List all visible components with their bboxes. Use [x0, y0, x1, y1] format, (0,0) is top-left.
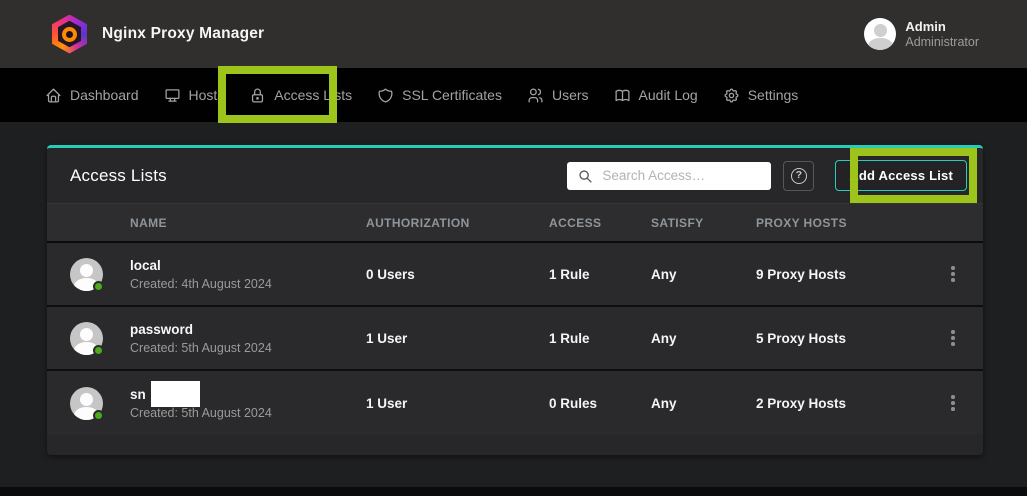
- gear-icon: [723, 87, 740, 104]
- top-header: Nginx Proxy Manager Admin Administrator: [0, 0, 1027, 68]
- authorization-value: 0 Users: [366, 267, 549, 282]
- nav-label: Settings: [748, 87, 799, 103]
- nav-label: SSL Certificates: [402, 87, 502, 103]
- access-value: 1 Rule: [549, 331, 651, 346]
- nav-label: Hosts: [189, 87, 225, 103]
- column-header-satisfy: SATISFY: [651, 216, 756, 230]
- created-date: Created: 5th August 2024: [130, 341, 366, 355]
- access-list-avatar-icon: [70, 258, 103, 291]
- table-row: password Created: 5th August 2024 1 User…: [47, 307, 983, 371]
- status-dot: [93, 410, 104, 421]
- app-window: Nginx Proxy Manager Admin Administrator …: [0, 0, 1027, 496]
- user-menu[interactable]: Admin Administrator: [864, 18, 979, 50]
- nav-item-dashboard[interactable]: Dashboard: [45, 87, 139, 104]
- user-role: Administrator: [905, 35, 979, 49]
- column-header-name: NAME: [130, 216, 366, 230]
- satisfy-value: Any: [651, 331, 756, 346]
- row-menu-icon[interactable]: [947, 262, 959, 286]
- user-avatar-icon: [864, 18, 896, 50]
- access-value: 0 Rules: [549, 396, 651, 411]
- home-icon: [45, 87, 62, 104]
- search-box: [567, 162, 771, 190]
- access-list-name: local: [130, 258, 366, 273]
- access-list-name: password: [130, 322, 366, 337]
- redaction-box: [151, 381, 200, 407]
- nav-item-audit-log[interactable]: Audit Log: [614, 87, 698, 104]
- satisfy-value: Any: [651, 396, 756, 411]
- help-icon: ?: [791, 168, 807, 184]
- nav-item-users[interactable]: Users: [527, 87, 589, 104]
- authorization-value: 1 User: [366, 396, 549, 411]
- column-header-authorization: AUTHORIZATION: [366, 216, 549, 230]
- monitor-icon: [164, 87, 181, 104]
- search-icon: [578, 169, 593, 184]
- panel-title: Access Lists: [70, 166, 167, 186]
- users-icon: [527, 87, 544, 104]
- nav-item-ssl-certificates[interactable]: SSL Certificates: [377, 87, 502, 104]
- book-icon: [614, 87, 631, 104]
- shield-icon: [377, 87, 394, 104]
- proxy-hosts-value: 2 Proxy Hosts: [756, 396, 923, 411]
- nav-item-hosts[interactable]: Hosts: [164, 87, 225, 104]
- lock-icon: [249, 87, 266, 104]
- nav-label: Dashboard: [70, 87, 139, 103]
- panel-header: Access Lists ? Add Access List: [47, 148, 983, 203]
- created-date: Created: 5th August 2024: [130, 406, 366, 420]
- help-button[interactable]: ?: [783, 161, 814, 191]
- access-value: 1 Rule: [549, 267, 651, 282]
- app-title: Nginx Proxy Manager: [102, 25, 264, 43]
- app-logo-icon: [52, 15, 87, 54]
- logo-ring: [62, 27, 77, 42]
- search-input[interactable]: [567, 162, 771, 190]
- authorization-value: 1 User: [366, 331, 549, 346]
- row-menu-icon[interactable]: [947, 326, 959, 350]
- status-dot: [93, 281, 104, 292]
- nav-label: Audit Log: [639, 87, 698, 103]
- satisfy-value: Any: [651, 267, 756, 282]
- row-menu-icon[interactable]: [947, 391, 959, 415]
- column-header-access: ACCESS: [549, 216, 651, 230]
- column-header-proxy-hosts: PROXY HOSTS: [756, 216, 923, 230]
- access-list-avatar-icon: [70, 322, 103, 355]
- status-dot: [93, 345, 104, 356]
- main-nav: Dashboard Hosts Access Lists SSL Certifi…: [0, 68, 1027, 122]
- nav-label: Users: [552, 87, 589, 103]
- table-row: sn Created: 5th August 2024 1 User 0 Rul…: [47, 371, 983, 435]
- table-row: local Created: 4th August 2024 0 Users 1…: [47, 243, 983, 307]
- proxy-hosts-value: 5 Proxy Hosts: [756, 331, 923, 346]
- user-name: Admin: [905, 19, 979, 34]
- bottom-edge: [0, 487, 1027, 496]
- nav-label: Access Lists: [274, 87, 352, 103]
- access-list-name: sn: [130, 387, 366, 402]
- access-lists-panel: Access Lists ? Add Access List NAME AUTH…: [47, 145, 983, 455]
- access-list-avatar-icon: [70, 387, 103, 420]
- proxy-hosts-value: 9 Proxy Hosts: [756, 267, 923, 282]
- nav-item-settings[interactable]: Settings: [723, 87, 799, 104]
- table-header: NAME AUTHORIZATION ACCESS SATISFY PROXY …: [47, 203, 983, 243]
- created-date: Created: 4th August 2024: [130, 277, 366, 291]
- add-access-list-button[interactable]: Add Access List: [835, 160, 967, 191]
- nav-item-access-lists[interactable]: Access Lists: [249, 87, 352, 104]
